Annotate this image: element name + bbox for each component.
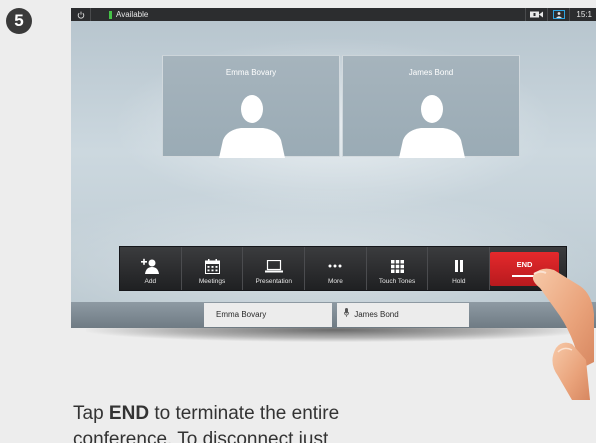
keypad-icon [390,256,404,276]
meetings-label: Meetings [198,278,226,285]
calendar-icon [204,256,220,276]
hand-pointer-icon [532,268,594,400]
avatar-silhouette-icon [399,95,465,158]
step-number-badge: 5 [6,8,32,34]
presentation-label: Presentation [255,278,292,285]
call-tab-james-bond[interactable]: James Bond [337,303,469,327]
call-tab-label: Emma Bovary [216,310,267,319]
more-label: More [328,278,343,285]
call-tab-label: James Bond [354,310,399,320]
camera-icon[interactable] [525,8,547,21]
availability-indicator-icon [109,10,112,19]
participant-name: James Bond [408,68,454,77]
add-label: Add [144,278,157,285]
caption-emphasis: END [108,403,150,424]
instruction-text: Tap END to terminate the entire conferen… [73,401,533,443]
power-icon[interactable] [71,8,91,21]
microphone-icon [343,303,350,327]
touch-tones-button[interactable]: Touch Tones [367,247,429,290]
participant-tile[interactable]: James Bond [342,55,520,158]
device-screen: Available 15:1 Emma Bovary James Bond Ad… [71,8,596,328]
presentation-button[interactable]: Presentation [243,247,306,290]
hold-label: Hold [452,278,466,285]
pause-icon [454,256,464,276]
selfview-icon[interactable] [547,8,569,21]
avatar-silhouette-icon [219,95,285,158]
availability-status[interactable]: Available [91,10,148,19]
touch-tones-label: Touch Tones [378,278,416,285]
participant-tile[interactable]: Emma Bovary [162,55,340,158]
availability-label: Available [116,10,149,19]
add-button[interactable]: Add [120,247,182,290]
laptop-icon [264,256,283,276]
call-tab-emma-bovary[interactable]: Emma Bovary [204,303,332,327]
caption-line-2: conference. To disconnect just [73,429,329,443]
participant-name: Emma Bovary [225,68,277,77]
hold-button[interactable]: Hold [428,247,491,290]
meetings-button[interactable]: Meetings [182,247,244,290]
add-participant-icon [141,256,160,276]
active-calls-bar: Emma Bovary James Bond [71,302,596,328]
more-button[interactable]: More [305,247,367,290]
status-bar: Available 15:1 [71,8,596,21]
clock-label: 15:1 [569,8,596,21]
ellipsis-icon [328,256,342,276]
